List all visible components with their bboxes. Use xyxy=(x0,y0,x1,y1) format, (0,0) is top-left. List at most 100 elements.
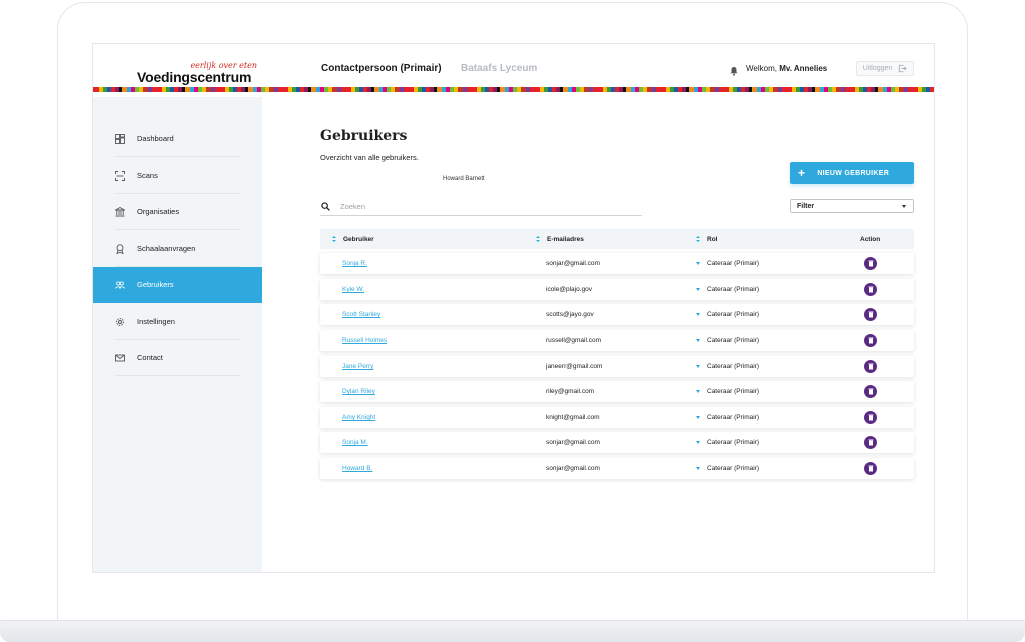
logout-icon xyxy=(899,64,908,73)
trash-icon xyxy=(868,414,873,421)
sidebar-item-label: Organisaties xyxy=(137,207,180,216)
role-select[interactable]: Cateraar (Primair) xyxy=(696,439,759,446)
column-header-email[interactable]: E-mailadres xyxy=(536,236,584,243)
user-email: sonjar@gmail.com xyxy=(546,260,600,267)
logout-label: Uitloggen xyxy=(862,65,893,72)
filter-dropdown[interactable]: Filter xyxy=(790,199,914,213)
table-header: Gebruiker E-mailadres Rol Action xyxy=(320,229,914,249)
delete-button[interactable] xyxy=(864,360,877,373)
delete-button[interactable] xyxy=(864,308,877,321)
role-select[interactable]: Cateraar (Primair) xyxy=(696,311,759,318)
user-email: icole@plajo.gov xyxy=(546,286,592,293)
column-header-gebruiker[interactable]: Gebruiker xyxy=(332,236,374,243)
chevron-down-icon xyxy=(696,288,700,291)
gear-icon xyxy=(115,317,125,327)
role-value: Cateraar (Primair) xyxy=(707,439,760,446)
tab-organisation[interactable]: Bataafs Lyceum xyxy=(461,63,537,74)
user-name-link[interactable]: Amy Knight xyxy=(342,414,375,421)
table-row: Russell Holmes russell@gmail.com Cateraa… xyxy=(320,330,914,351)
logo-name: Voedingscentrum xyxy=(137,69,252,85)
delete-button[interactable] xyxy=(864,436,877,449)
column-header-rol[interactable]: Rol xyxy=(696,236,717,243)
trash-icon xyxy=(868,439,873,446)
trash-icon xyxy=(868,388,873,395)
logo[interactable]: eerlijk over eten Voedingscentrum xyxy=(137,61,257,85)
bell-icon[interactable] xyxy=(729,63,739,76)
sidebar-item-label: Dashboard xyxy=(137,134,174,143)
laptop-base xyxy=(0,620,1025,642)
user-name-link[interactable]: Jane Perry xyxy=(342,363,373,370)
user-name-link[interactable]: Kyle W. xyxy=(342,286,364,293)
search-icon xyxy=(321,202,330,211)
chevron-down-icon xyxy=(696,262,700,265)
chevron-down-icon xyxy=(696,339,700,342)
sidebar-item-contact[interactable]: Contact xyxy=(93,340,262,376)
role-select[interactable]: Cateraar (Primair) xyxy=(696,465,759,472)
sidebar-item-gebruikers[interactable]: Gebruikers xyxy=(93,267,262,303)
new-user-button[interactable]: + NIEUW GEBRUIKER xyxy=(790,162,914,184)
top-header: eerlijk over eten Voedingscentrum Contac… xyxy=(93,44,934,87)
sidebar-item-schaalaanvragen[interactable]: Schaalaanvragen xyxy=(93,231,262,267)
user-name-link[interactable]: Scott Stanley xyxy=(342,311,380,318)
page-subtitle: Overzicht van alle gebruikers. xyxy=(320,153,419,162)
table-row: Dylan Riley riley@gmail.com Cateraar (Pr… xyxy=(320,381,914,402)
column-header-label: Gebruiker xyxy=(343,236,374,243)
mail-icon xyxy=(115,353,125,363)
user-name-link[interactable]: Russell Holmes xyxy=(342,337,387,344)
chevron-down-icon xyxy=(696,313,700,316)
sort-icon xyxy=(332,236,337,243)
role-select[interactable]: Cateraar (Primair) xyxy=(696,414,759,421)
role-value: Cateraar (Primair) xyxy=(707,311,760,318)
user-email: russell@gmail.com xyxy=(546,337,601,344)
app-screen: eerlijk over eten Voedingscentrum Contac… xyxy=(92,43,935,573)
plus-icon: + xyxy=(798,166,806,180)
delete-button[interactable] xyxy=(864,283,877,296)
scan-icon xyxy=(115,170,125,181)
role-select[interactable]: Cateraar (Primair) xyxy=(696,337,759,344)
table-row: Jane Perry janeerr@gmail.com Cateraar (P… xyxy=(320,356,914,377)
table-row: Amy Knight knight@gmail.com Cateraar (Pr… xyxy=(320,407,914,428)
trash-icon xyxy=(868,286,873,293)
user-name-link[interactable]: Sonja R. xyxy=(342,260,367,267)
delete-button[interactable] xyxy=(864,257,877,270)
sidebar-item-instellingen[interactable]: Instellingen xyxy=(93,304,262,340)
tab-contactpersoon[interactable]: Contactpersoon (Primair) xyxy=(321,63,442,74)
sidebar-item-organisaties[interactable]: Organisaties xyxy=(93,194,262,230)
search-bar xyxy=(320,198,642,216)
role-value: Cateraar (Primair) xyxy=(707,337,760,344)
role-select[interactable]: Cateraar (Primair) xyxy=(696,260,759,267)
building-icon xyxy=(115,206,125,217)
sidebar-item-scans[interactable]: Scans xyxy=(93,158,262,194)
sidebar-item-label: Contact xyxy=(137,353,163,362)
chevron-down-icon xyxy=(902,205,906,208)
main-content: Gebruikers Overzicht van alle gebruikers… xyxy=(262,92,934,572)
role-select[interactable]: Cateraar (Primair) xyxy=(696,363,759,370)
user-name-link[interactable]: Sonja M. xyxy=(342,439,368,446)
column-header-label: Action xyxy=(860,236,881,243)
logout-button[interactable]: Uitloggen xyxy=(856,61,914,76)
table-row: Howard B. sonjar@gmail.com Cateraar (Pri… xyxy=(320,458,914,479)
column-header-label: E-mailadres xyxy=(547,236,584,243)
delete-button[interactable] xyxy=(864,334,877,347)
chevron-down-icon xyxy=(696,467,700,470)
sidebar-item-dashboard[interactable]: Dashboard xyxy=(93,121,262,157)
chevron-down-icon xyxy=(696,365,700,368)
user-email: riley@gmail.com xyxy=(546,388,595,395)
role-select[interactable]: Cateraar (Primair) xyxy=(696,286,759,293)
user-email: scotts@jayo.gov xyxy=(546,311,594,318)
user-name-link[interactable]: Dylan Riley xyxy=(342,388,375,395)
delete-button[interactable] xyxy=(864,462,877,475)
user-name-link[interactable]: Howard B. xyxy=(342,465,372,472)
search-input[interactable] xyxy=(340,202,620,211)
sort-icon xyxy=(696,236,701,243)
user-email: sonjar@gmail.com xyxy=(546,465,600,472)
delete-button[interactable] xyxy=(864,411,877,424)
sidebar-item-label: Schaalaanvragen xyxy=(137,244,196,253)
role-value: Cateraar (Primair) xyxy=(707,363,760,370)
trash-icon xyxy=(868,465,873,472)
delete-button[interactable] xyxy=(864,385,877,398)
selected-user-name: Howard Barnett xyxy=(443,176,485,182)
role-select[interactable]: Cateraar (Primair) xyxy=(696,388,759,395)
chevron-down-icon xyxy=(696,441,700,444)
new-user-label: NIEUW GEBRUIKER xyxy=(817,169,890,177)
